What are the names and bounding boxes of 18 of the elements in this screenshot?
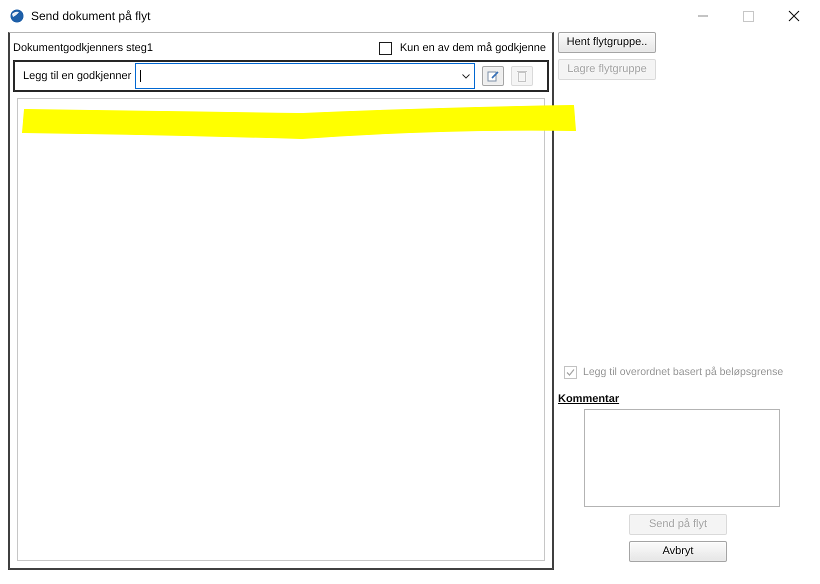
globe-icon	[10, 9, 24, 23]
checkbox-label: Legg til overordnet basert på beløpsgrense	[583, 364, 784, 380]
checkbox-label: Kun en av dem må godkjenne	[400, 40, 546, 56]
comment-label: Kommentar	[558, 392, 620, 406]
trash-icon	[517, 70, 528, 82]
window-title: Send dokument på flyt	[31, 8, 150, 25]
comment-field[interactable]	[584, 409, 780, 507]
edit-button[interactable]	[482, 66, 504, 86]
text-cursor	[140, 70, 142, 82]
add-approver-label: Legg til en godkjenner	[23, 68, 132, 84]
button[interactable]: Avbryt	[629, 541, 727, 562]
pencil-note-icon	[487, 70, 500, 82]
button[interactable]: Hent flytgruppe..	[558, 32, 656, 53]
checkbox[interactable]	[378, 42, 392, 54]
chevron-down-icon	[462, 74, 470, 78]
step-title: Dokumentgodkjenners steg1	[13, 40, 154, 56]
close-icon[interactable]	[788, 10, 800, 22]
approver-combobox[interactable]	[135, 63, 476, 89]
